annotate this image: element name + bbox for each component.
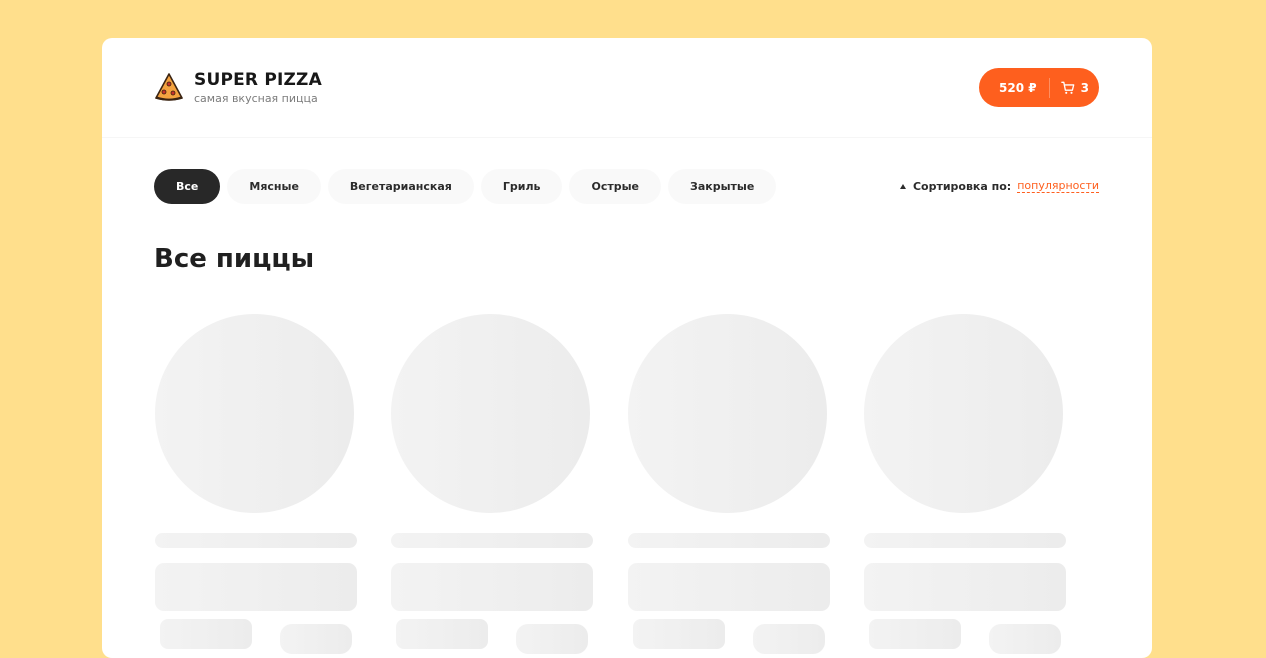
pizza-slice-icon <box>155 73 183 101</box>
categories-list: Все Мясные Вегетарианская Гриль Острые З… <box>154 169 783 204</box>
cart-icon <box>1060 81 1074 94</box>
category-meat[interactable]: Мясные <box>227 169 321 204</box>
skeleton-price <box>633 619 725 649</box>
category-vegetarian[interactable]: Вегетарианская <box>327 169 474 204</box>
logo[interactable]: SUPER PIZZA самая вкусная пицца <box>154 71 322 105</box>
skeleton-options <box>628 563 830 611</box>
skeleton-title <box>864 533 1066 548</box>
skeleton-options <box>391 563 593 611</box>
skeleton-image <box>864 314 1063 513</box>
skeleton-title <box>628 533 830 548</box>
page-title: Все пиццы <box>154 244 315 274</box>
category-spicy[interactable]: Острые <box>569 169 661 204</box>
skeleton-add-button <box>280 624 352 654</box>
cart-price: 520 ₽ <box>999 80 1037 95</box>
sort-value-toggle[interactable]: популярности <box>1017 179 1099 193</box>
skeleton-add-button <box>989 624 1061 654</box>
cart-divider <box>1048 77 1050 98</box>
skeleton-price <box>396 619 488 649</box>
logo-subtitle: самая вкусная пицца <box>194 92 318 105</box>
cart-count: 3 <box>1080 80 1089 95</box>
category-grill[interactable]: Гриль <box>480 169 563 204</box>
skeleton-title <box>155 533 357 548</box>
header: SUPER PIZZA самая вкусная пицца 520 ₽ 3 <box>102 38 1152 138</box>
sort-control: Сортировка по: популярности <box>899 179 1099 193</box>
skeleton-options <box>155 563 357 611</box>
skeleton-price <box>160 619 252 649</box>
skeleton-options <box>864 563 1066 611</box>
skeleton-price <box>869 619 961 649</box>
skeleton-image <box>391 314 590 513</box>
sort-label: Сортировка по: <box>912 179 1012 193</box>
skeleton-image <box>628 314 827 513</box>
page-wrapper: SUPER PIZZA самая вкусная пицца 520 ₽ 3 … <box>102 38 1152 658</box>
category-all[interactable]: Все <box>154 169 221 204</box>
sort-arrow-up-icon <box>899 183 906 189</box>
logo-title: SUPER PIZZA <box>194 70 322 90</box>
cart-button[interactable]: 520 ₽ 3 <box>979 68 1099 107</box>
skeleton-add-button <box>753 624 825 654</box>
skeleton-title <box>391 533 593 548</box>
skeleton-add-button <box>516 624 588 654</box>
category-closed[interactable]: Закрытые <box>668 169 777 204</box>
skeleton-image <box>155 314 354 513</box>
